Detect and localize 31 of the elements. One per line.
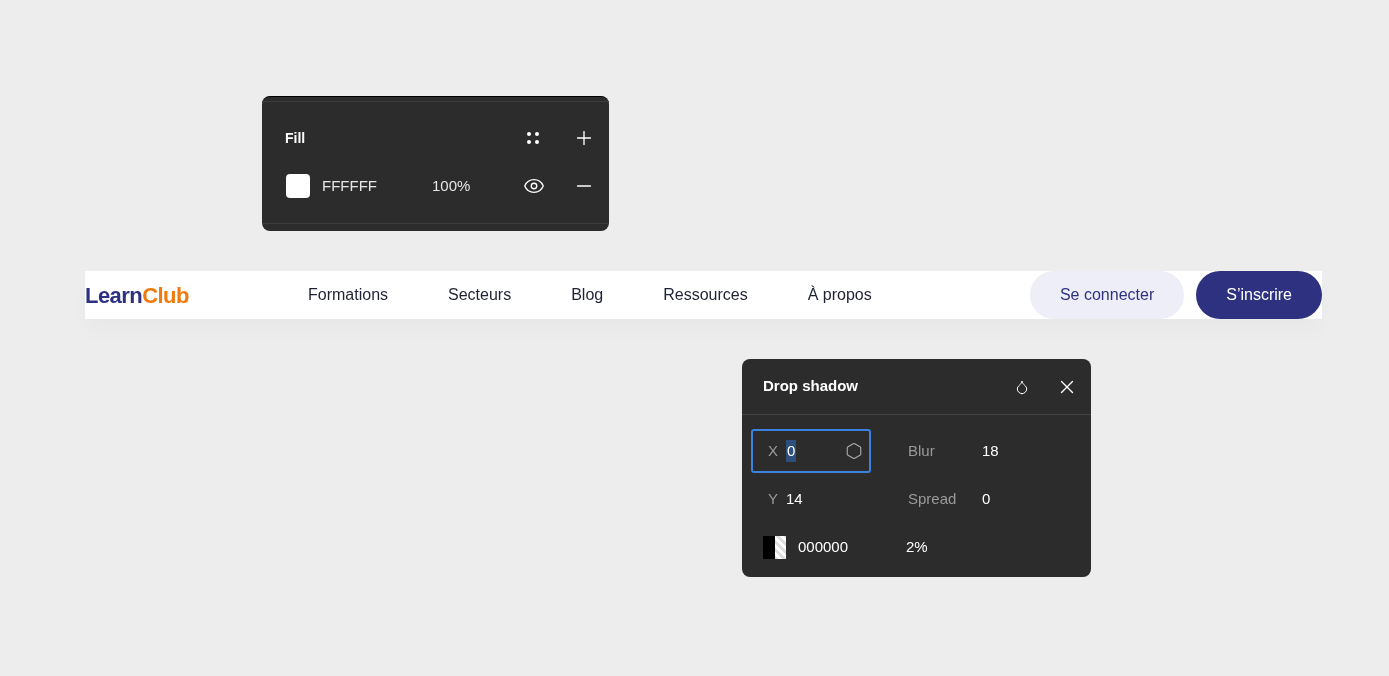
- nav-link[interactable]: Blog: [571, 283, 604, 307]
- droplet-icon[interactable]: [1014, 378, 1030, 395]
- number-field[interactable]: X 0: [751, 429, 871, 473]
- field-value: 0: [786, 439, 797, 463]
- grid-dots-icon[interactable]: [525, 130, 541, 146]
- panel-title: Drop shadow: [763, 376, 859, 397]
- hexagon-icon[interactable]: [845, 442, 863, 460]
- nav-link[interactable]: À propos: [807, 283, 872, 307]
- nav-link[interactable]: Ressources: [663, 283, 748, 307]
- field-label: Blur: [908, 440, 936, 461]
- hex-value[interactable]: 000000: [798, 535, 849, 559]
- field-label: X: [768, 440, 778, 461]
- signup-button[interactable]: S’inscrire: [1196, 271, 1322, 319]
- hex-value[interactable]: FFFFFF: [322, 174, 432, 198]
- field-label: Y: [768, 488, 778, 509]
- nav-link[interactable]: Secteurs: [448, 283, 512, 307]
- field-value: 0: [982, 488, 991, 509]
- field-value: 14: [786, 488, 803, 509]
- login-button[interactable]: Se connecter: [1029, 271, 1185, 319]
- number-field[interactable]: Spread 0: [906, 477, 1091, 521]
- opacity-value[interactable]: 100%: [432, 174, 523, 198]
- panel-title: Fill: [285, 128, 307, 148]
- color-swatch[interactable]: [286, 174, 310, 198]
- logo[interactable]: LearnClub: [85, 278, 308, 312]
- field-value: 18: [982, 440, 999, 461]
- number-field[interactable]: Y 14: [751, 477, 906, 521]
- color-swatch[interactable]: [763, 535, 786, 559]
- nav-link[interactable]: Formations: [308, 283, 389, 307]
- field-label: Spread: [908, 488, 958, 509]
- number-field[interactable]: Blur 18: [906, 429, 1091, 473]
- opacity-value[interactable]: 2%: [906, 535, 928, 559]
